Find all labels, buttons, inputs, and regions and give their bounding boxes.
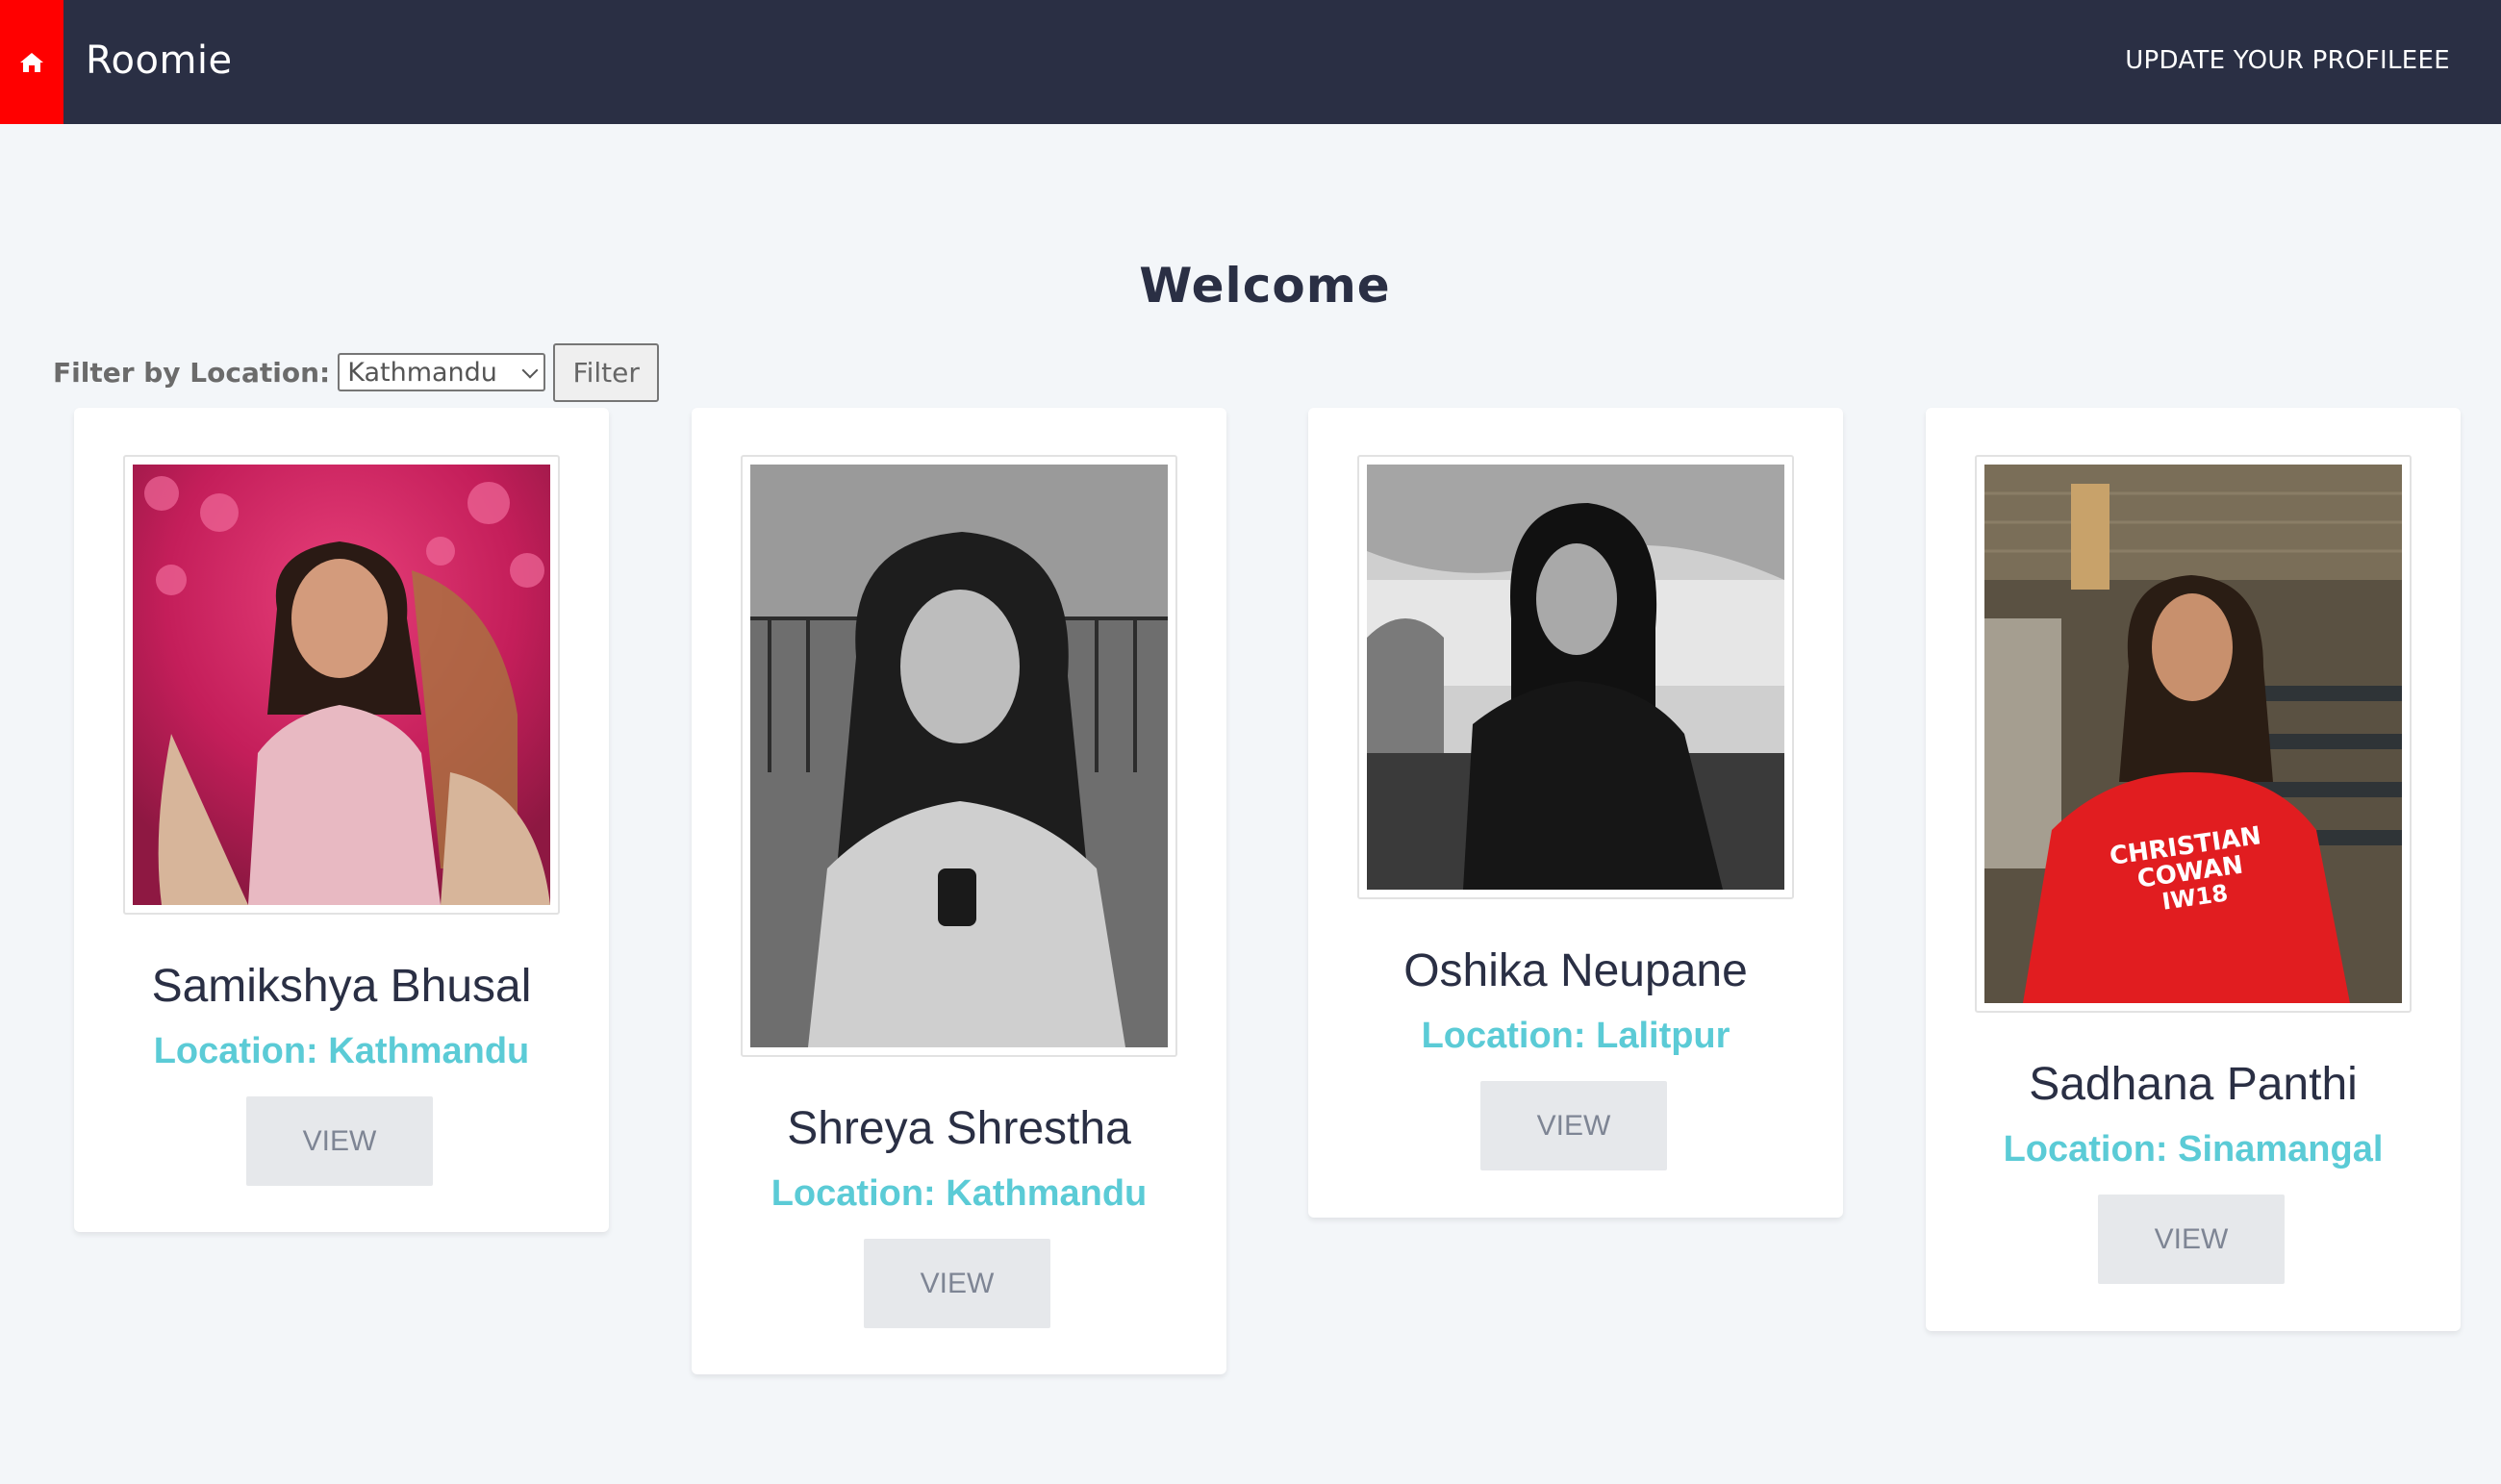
filter-button[interactable]: Filter	[553, 342, 660, 402]
profile-photo-frame	[741, 455, 1177, 1057]
profile-photo	[750, 465, 1168, 1047]
filter-bar: Filter by Location: Kathmandu Filter	[53, 342, 660, 402]
view-button[interactable]: VIEW	[864, 1239, 1050, 1328]
filter-label: Filter by Location:	[53, 356, 331, 389]
profile-card: CHRISTIAN COWAN IW18 Sadhana Panthi Loca…	[1926, 408, 2461, 1331]
home-icon	[20, 52, 43, 72]
brand-logo[interactable]: Roomie	[86, 0, 233, 120]
page-title: Welcome	[1139, 258, 1391, 314]
profile-photo-frame	[1357, 455, 1794, 899]
profile-photo-frame	[123, 455, 560, 915]
chevron-down-icon	[521, 362, 539, 379]
profile-photo: CHRISTIAN COWAN IW18	[1984, 465, 2402, 1003]
view-button[interactable]: VIEW	[246, 1096, 433, 1186]
profile-card: Samikshya Bhusal Location: Kathmandu VIE…	[74, 408, 609, 1232]
location-select-value: Kathmandu	[347, 357, 497, 388]
profile-photo-frame: CHRISTIAN COWAN IW18	[1975, 455, 2412, 1013]
profile-location: Location: Lalitpur	[1421, 1016, 1730, 1056]
profile-card: Oshika Neupane Location: Lalitpur VIEW	[1308, 408, 1843, 1218]
profile-name: Samikshya Bhusal	[151, 961, 532, 1012]
profile-location: Location: Kathmandu	[771, 1173, 1148, 1214]
navbar: Roomie UPDATE YOUR PROFILEEE	[0, 0, 2501, 124]
profile-name: Sadhana Panthi	[2029, 1059, 2358, 1110]
home-button[interactable]	[0, 0, 63, 124]
profile-photo	[1367, 465, 1784, 890]
profile-photo	[133, 465, 550, 905]
profile-card: Shreya Shrestha Location: Kathmandu VIEW	[692, 408, 1226, 1374]
update-profile-link[interactable]: UPDATE YOUR PROFILEEE	[2125, 0, 2450, 120]
profile-location: Location: Kathmandu	[153, 1031, 530, 1071]
profile-name: Oshika Neupane	[1403, 945, 1748, 996]
view-button[interactable]: VIEW	[1480, 1081, 1667, 1170]
location-select[interactable]: Kathmandu	[338, 353, 546, 391]
profile-location: Location: Sinamangal	[2003, 1129, 2384, 1170]
view-button[interactable]: VIEW	[2098, 1195, 2285, 1284]
profile-name: Shreya Shrestha	[787, 1103, 1131, 1154]
